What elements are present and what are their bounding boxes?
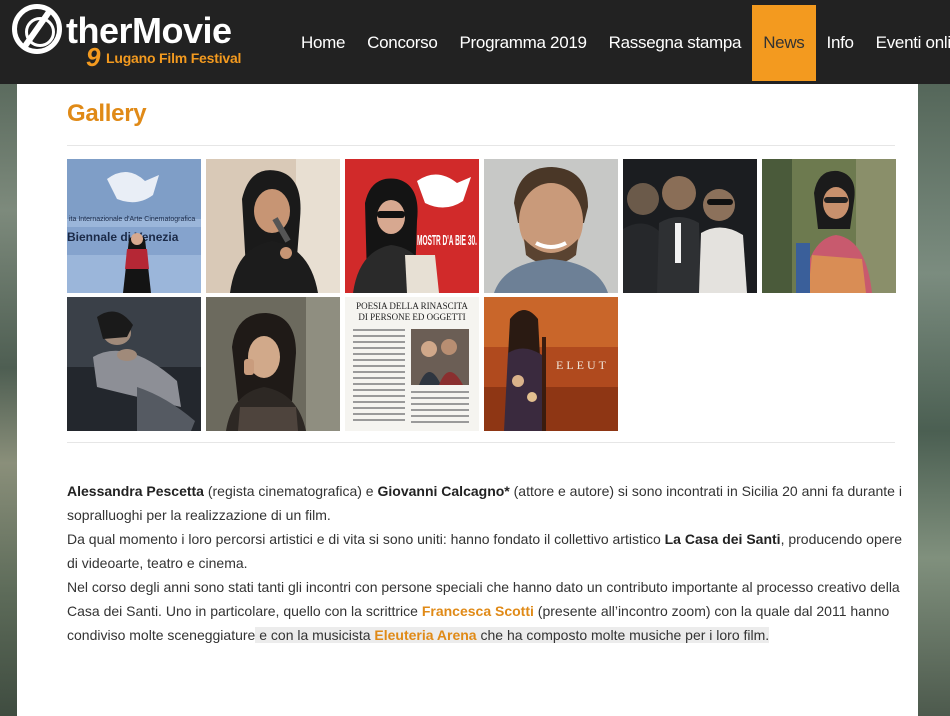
link-eleuteria-arena[interactable]: Eleuteria Arena	[374, 627, 476, 643]
thumb-caption: ELEUT	[556, 358, 609, 372]
thumb-caption: Biennale di Venezia	[67, 230, 179, 244]
paragraph: Da qual momento i loro percorsi artistic…	[67, 531, 902, 571]
thumb-caption: POESIA DELLA RINASCITA	[356, 301, 468, 311]
nav-news[interactable]: News	[752, 5, 816, 81]
background-left	[0, 84, 17, 716]
link-francesca-scotti[interactable]: Francesca Scotti	[422, 603, 534, 619]
person-name: Alessandra Pescetta	[67, 483, 204, 499]
content-panel: Gallery ita Internazionale d'Arte Cinema…	[17, 84, 918, 716]
gallery-thumb[interactable]: ita Internazionale d'Arte Cinematografic…	[67, 159, 201, 293]
main-nav: Home Concorso Programma 2019 Rassegna st…	[290, 5, 950, 81]
gallery-thumb[interactable]: MOSTR D'A BIE 30.	[345, 159, 479, 293]
nav-rassegna-stampa[interactable]: Rassegna stampa	[598, 5, 753, 81]
nav-concorso[interactable]: Concorso	[356, 5, 448, 81]
camera-aperture-icon	[12, 4, 62, 54]
site-header: therMovie 9 Lugano Film Festival Home Co…	[0, 0, 950, 84]
nav-programma[interactable]: Programma 2019	[449, 5, 598, 81]
logo-subtitle: Lugano Film Festival	[106, 50, 242, 66]
thumb-caption: DI PERSONE ED OGGETTI	[358, 312, 465, 322]
article-body: Alessandra Pescetta (regista cinematogra…	[67, 479, 907, 647]
gallery-title: Gallery	[67, 100, 147, 127]
logo-number: 9	[86, 42, 101, 72]
gallery-thumb[interactable]: ELEUT	[484, 297, 618, 431]
gallery-thumb[interactable]	[623, 159, 757, 293]
paragraph: Alessandra Pescetta (regista cinematogra…	[67, 483, 902, 523]
thumb-caption: ita Internazionale d'Arte Cinematografic…	[69, 216, 195, 223]
gallery-thumb[interactable]	[67, 297, 201, 431]
divider	[67, 442, 895, 443]
logo[interactable]: therMovie 9 Lugano Film Festival	[12, 4, 252, 74]
nav-home[interactable]: Home	[290, 5, 356, 81]
person-name: Giovanni Calcagno*	[377, 483, 510, 499]
gallery-thumb[interactable]: POESIA DELLA RINASCITA DI PERSONE ED OGG…	[345, 297, 479, 431]
gallery-thumb[interactable]	[484, 159, 618, 293]
paragraph: Nel corso degli anni sono stati tanti gl…	[67, 579, 900, 643]
gallery-thumb[interactable]	[206, 159, 340, 293]
gallery-thumb[interactable]	[762, 159, 896, 293]
nav-info[interactable]: Info	[816, 5, 865, 81]
gallery-thumb[interactable]	[206, 297, 340, 431]
divider	[67, 145, 895, 146]
nav-eventi-online[interactable]: Eventi online	[865, 5, 950, 81]
background-right	[918, 84, 950, 716]
collective-name: La Casa dei Santi	[664, 531, 781, 547]
thumb-caption: MOSTR D'A BIE 30.	[417, 232, 477, 249]
